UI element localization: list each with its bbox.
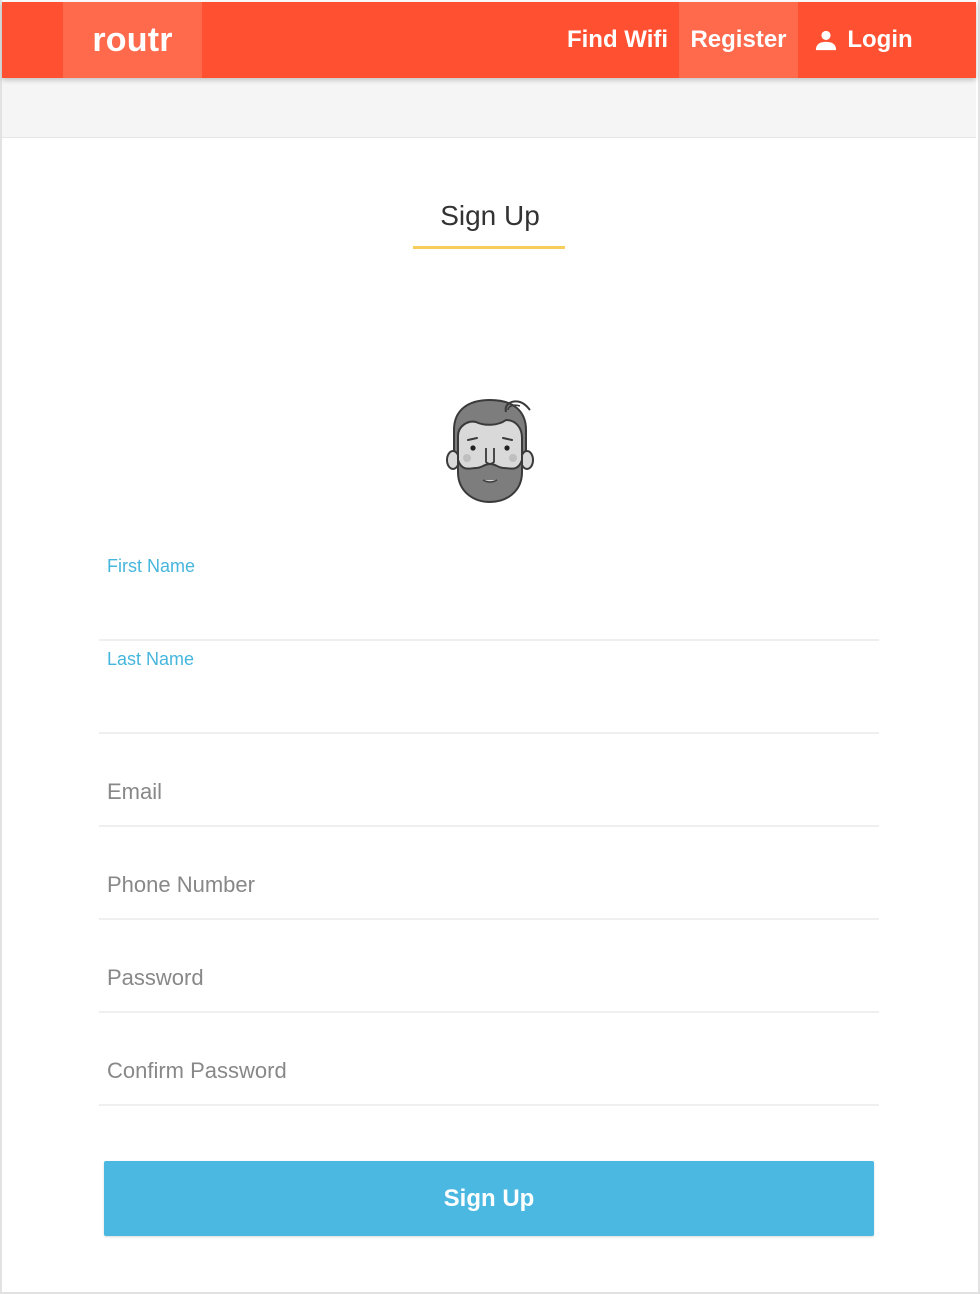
nav-login[interactable]: Login: [798, 2, 930, 78]
confirm-password-underline: [99, 1104, 879, 1106]
email-field[interactable]: Email: [99, 734, 879, 827]
first-name-label: First Name: [107, 556, 196, 576]
first-name-input[interactable]: [107, 588, 871, 628]
sign-up-button[interactable]: Sign Up: [104, 1161, 874, 1236]
page-title: Sign Up: [440, 200, 540, 231]
nav-login-label: Login: [847, 26, 913, 53]
nav-register[interactable]: Register: [679, 2, 798, 78]
brand-logo[interactable]: routr: [63, 2, 202, 78]
phone-number-field[interactable]: Phone Number: [99, 827, 879, 920]
bearded-man-avatar-icon[interactable]: [440, 396, 540, 506]
email-placeholder: Email: [107, 779, 163, 804]
confirm-password-placeholder: Confirm Password: [107, 1058, 287, 1083]
subheader-band: [2, 78, 976, 138]
user-icon: [816, 30, 837, 51]
password-placeholder: Password: [107, 965, 204, 990]
last-name-input[interactable]: [107, 681, 871, 721]
phone-number-placeholder: Phone Number: [107, 872, 255, 897]
confirm-password-field[interactable]: Confirm Password: [99, 1013, 879, 1106]
last-name-label: Last Name: [107, 649, 195, 669]
nav-find-wifi[interactable]: Find Wifi: [556, 2, 679, 78]
last-name-field[interactable]: Last Name: [99, 641, 879, 734]
top-navbar: routr Find Wifi Register Login: [2, 2, 976, 78]
title-underline: [413, 246, 565, 249]
first-name-field[interactable]: First Name: [99, 548, 879, 641]
password-field[interactable]: Password: [99, 920, 879, 1013]
